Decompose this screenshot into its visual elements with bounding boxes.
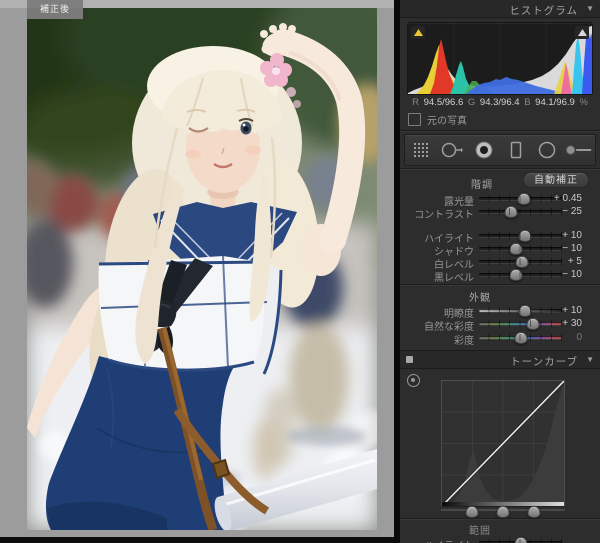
slider-row-curve-highlights: ハイライト bbox=[400, 536, 600, 543]
r-value: 94.5/96.6 bbox=[423, 97, 464, 108]
range-section-header: 範囲 bbox=[469, 526, 491, 537]
whites-value: + 5 bbox=[567, 256, 582, 267]
histogram-panel-title[interactable]: ヒストグラム bbox=[509, 3, 578, 18]
slider-row-vibrance: 自然な彩度 + 30 bbox=[400, 317, 600, 333]
blacks-value: − 10 bbox=[562, 269, 582, 280]
highlight-clipping-indicator[interactable] bbox=[575, 26, 589, 39]
original-photo-row[interactable]: 元の写真 bbox=[408, 112, 467, 127]
slider-row-whites: 白レベル + 5 bbox=[400, 255, 600, 271]
targeted-adjustment-icon[interactable] bbox=[407, 374, 420, 387]
rgb-readout: R 94.5/96.6 G 94.3/96.4 B 94.1/96.9 % bbox=[400, 97, 600, 108]
clarity-value: + 10 bbox=[562, 305, 582, 316]
collapse-triangle-icon[interactable]: ▼ bbox=[586, 355, 594, 364]
r-label: R bbox=[412, 97, 419, 108]
exposure-value: + 0.45 bbox=[553, 193, 582, 204]
clarity-slider-thumb[interactable] bbox=[518, 305, 532, 317]
slider-row-saturation: 彩度 0 bbox=[400, 331, 600, 347]
slider-row-clarity: 明瞭度 + 10 bbox=[400, 304, 600, 320]
develop-right-panel: ヒストグラム ▼ R 94.5/96.6 G 94.3/96.4 B 94.1/… bbox=[400, 0, 600, 543]
contrast-label: コントラスト bbox=[414, 210, 474, 221]
histogram-curves bbox=[408, 23, 592, 94]
tone-curve-region-splits bbox=[441, 505, 565, 518]
slider-row-blacks: 黒レベル − 10 bbox=[400, 268, 600, 284]
b-value: 94.1/96.9 bbox=[535, 97, 575, 108]
original-photo-checkbox[interactable] bbox=[408, 112, 421, 126]
crop-overlay-icon[interactable] bbox=[407, 137, 435, 163]
tone-section-header: 階調 bbox=[471, 180, 493, 191]
auto-tone-button[interactable]: 自動補正 bbox=[523, 172, 589, 188]
tone-curve-graph[interactable] bbox=[440, 379, 566, 508]
collapse-triangle-icon[interactable]: ▼ bbox=[586, 4, 594, 13]
shadows-value: − 10 bbox=[562, 243, 582, 254]
g-value: 94.3/96.4 bbox=[479, 97, 520, 108]
red-eye-icon[interactable] bbox=[470, 137, 498, 163]
viewer-bottombar bbox=[0, 537, 394, 543]
slider-row-contrast: コントラスト − 25 bbox=[400, 205, 600, 221]
slider-row-shadows: シャドウ − 10 bbox=[400, 242, 600, 258]
slider-row-exposure: 露光量 + 0.45 bbox=[400, 192, 600, 208]
saturation-label: 彩度 bbox=[454, 336, 474, 347]
midtones-split-thumb[interactable] bbox=[496, 506, 510, 518]
highlights-value: + 10 bbox=[562, 230, 582, 241]
whites-slider-thumb[interactable] bbox=[515, 256, 529, 268]
photo-scene bbox=[27, 8, 377, 530]
panel-toggle-icon[interactable] bbox=[406, 356, 413, 363]
slider-row-highlights: ハイライト + 10 bbox=[400, 229, 600, 245]
divider bbox=[400, 168, 600, 169]
photo-viewer: 補正後 bbox=[0, 0, 394, 543]
photo-canvas[interactable] bbox=[27, 8, 377, 530]
saturation-value: 0 bbox=[576, 332, 582, 343]
contrast-slider-thumb[interactable] bbox=[504, 206, 518, 218]
graduated-filter-icon[interactable] bbox=[502, 137, 530, 163]
tone-curve-panel-header[interactable]: トーンカーブ ▼ bbox=[400, 350, 600, 369]
shadow-clipping-triangle-icon bbox=[413, 29, 423, 36]
blacks-slider-thumb[interactable] bbox=[509, 269, 523, 281]
tone-curve-panel-title[interactable]: トーンカーブ bbox=[510, 354, 578, 369]
shadow-clipping-indicator[interactable] bbox=[411, 26, 425, 39]
highlights-slider-thumb[interactable] bbox=[518, 230, 532, 242]
divider bbox=[400, 518, 600, 519]
divider bbox=[400, 284, 600, 285]
percent-sign: % bbox=[579, 97, 588, 108]
tool-strip bbox=[404, 134, 596, 166]
b-label: B bbox=[524, 97, 531, 108]
tone-curve-plot bbox=[440, 379, 566, 508]
vibrance-value: + 30 bbox=[562, 318, 582, 329]
lightroom-develop-window: 補正後 ヒストグラム ▼ R 94.5/96.6 G 94.3/96.4 B 9… bbox=[0, 0, 600, 543]
shadows-slider-thumb[interactable] bbox=[509, 243, 523, 255]
histogram-graph[interactable] bbox=[407, 22, 593, 95]
histogram-panel-header[interactable]: ヒストグラム ▼ bbox=[400, 0, 600, 18]
g-label: G bbox=[467, 97, 476, 108]
lights-split-thumb[interactable] bbox=[527, 506, 541, 518]
divider bbox=[400, 130, 600, 131]
blacks-label: 黒レベル bbox=[434, 273, 474, 284]
after-label-tab: 補正後 bbox=[27, 0, 83, 19]
spot-removal-icon[interactable] bbox=[438, 137, 466, 163]
shadows-split-thumb[interactable] bbox=[465, 506, 479, 518]
radial-filter-icon[interactable] bbox=[533, 137, 561, 163]
after-label: 補正後 bbox=[39, 4, 70, 14]
highlight-clipping-triangle-icon bbox=[577, 29, 587, 36]
adjustment-brush-icon[interactable] bbox=[565, 137, 593, 163]
presence-section-header: 外観 bbox=[469, 293, 491, 304]
curve-highlights-slider-thumb[interactable] bbox=[514, 537, 527, 543]
exposure-slider-thumb[interactable] bbox=[517, 193, 531, 205]
contrast-value: − 25 bbox=[562, 206, 582, 217]
curve-highlights-label: ハイライト bbox=[400, 537, 474, 543]
saturation-slider-thumb[interactable] bbox=[514, 332, 527, 344]
original-photo-label: 元の写真 bbox=[427, 115, 467, 127]
